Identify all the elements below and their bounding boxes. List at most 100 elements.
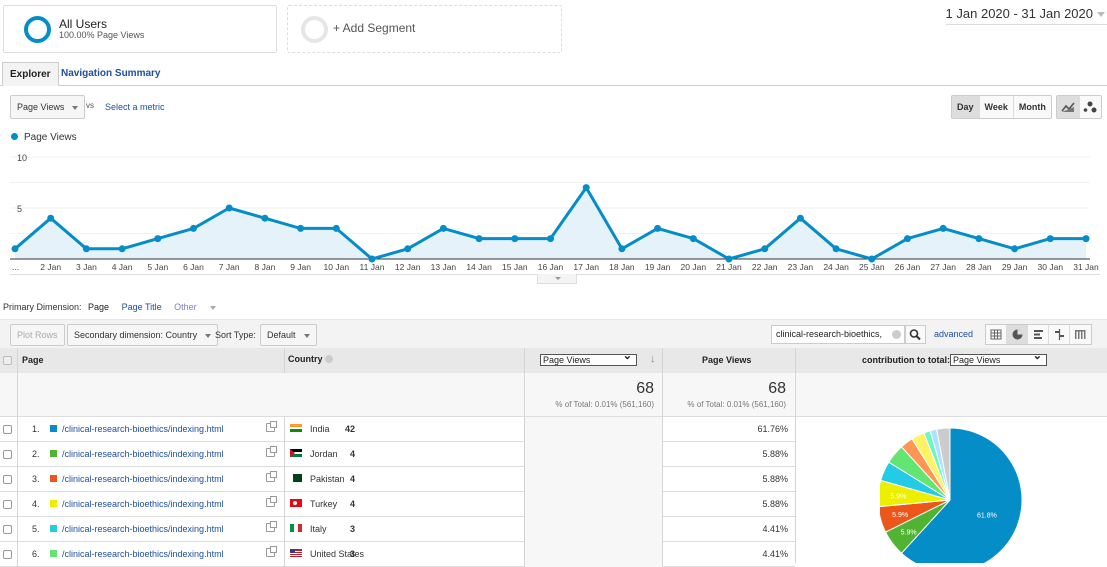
dimension-page[interactable]: Page [88, 302, 109, 312]
remove-dimension-icon[interactable] [325, 355, 334, 363]
secondary-dimension-select[interactable]: Secondary dimension: Country [67, 324, 219, 346]
page-views-percent: 4.41% [762, 524, 788, 534]
column-divider [284, 542, 285, 567]
open-external-icon[interactable] [266, 546, 277, 557]
page-link[interactable]: /clinical-research-bioethics/indexing.ht… [62, 424, 224, 434]
column-header-country[interactable]: Country [288, 354, 334, 364]
open-external-icon[interactable] [266, 421, 277, 432]
performance-view-icon[interactable] [1028, 325, 1049, 344]
pie-slice-label: 5.9% [892, 512, 908, 519]
country-flag-icon [290, 474, 302, 482]
row-checkbox[interactable] [3, 425, 12, 434]
x-tick-label: 31 Jan [1073, 262, 1099, 272]
contribution-metric-select[interactable]: Page Views [950, 351, 1047, 366]
data-point [547, 235, 554, 243]
metric-select-value: Page Views [17, 102, 65, 112]
table-row: 3. /clinical-research-bioethics/indexing.… [0, 467, 795, 492]
primary-metric-cell-bg [524, 442, 662, 467]
column-divider [17, 348, 18, 373]
segment-all-users[interactable]: All Users 100.00% Page Views [3, 5, 277, 53]
motion-chart-icon[interactable] [1080, 96, 1101, 118]
contribution-pie-chart: 61.8% 5.9% 5.9% 5.9% [880, 427, 1023, 563]
column-header-page-views[interactable]: Page Views [702, 355, 751, 365]
tab-navigation-summary[interactable]: Navigation Summary [54, 62, 167, 86]
column-divider [524, 348, 525, 373]
page-link[interactable]: /clinical-research-bioethics/indexing.ht… [62, 474, 224, 484]
x-tick-label: 7 Jan [219, 262, 240, 272]
column-divider [17, 517, 18, 542]
total-page-views-percent-2: % of Total: 0.01% (561,160) [687, 400, 786, 409]
data-point [1046, 235, 1054, 243]
data-point [582, 184, 590, 192]
search-icon [909, 329, 921, 341]
open-external-icon[interactable] [266, 521, 277, 532]
table-search-input[interactable]: clinical-research-bioethics, [771, 325, 905, 344]
data-point [190, 224, 197, 232]
series-color-swatch [50, 450, 57, 457]
metric-select[interactable]: Page Views [10, 95, 86, 119]
row-checkbox[interactable] [3, 525, 12, 534]
select-all-checkbox[interactable] [3, 356, 12, 365]
primary-metric-cell-bg [524, 467, 662, 492]
country-name: United States [310, 549, 365, 559]
metric-column-select[interactable]: Page Views [540, 351, 637, 366]
x-tick-label: 14 Jan [466, 262, 492, 272]
date-range-picker[interactable]: 1 Jan 2020 - 31 Jan 2020 [945, 6, 1107, 25]
x-tick-label: 27 Jan [930, 262, 956, 272]
table-view-icon[interactable] [986, 325, 1007, 344]
page-link[interactable]: /clinical-research-bioethics/indexing.ht… [62, 549, 224, 559]
page-link[interactable]: /clinical-research-bioethics/indexing.ht… [62, 449, 224, 459]
open-external-icon[interactable] [266, 496, 277, 507]
empty-segment-circle-icon [301, 16, 328, 43]
column-header-page[interactable]: Page [22, 355, 44, 365]
data-point [82, 245, 90, 253]
row-checkbox[interactable] [3, 475, 12, 484]
column-divider [17, 542, 18, 567]
chart-collapse-handle[interactable] [537, 274, 577, 284]
row-checkbox[interactable] [3, 450, 12, 459]
search-button[interactable] [905, 325, 926, 344]
pie-view-icon[interactable] [1007, 325, 1028, 344]
row-checkbox[interactable] [3, 550, 12, 559]
open-external-icon[interactable] [266, 446, 277, 457]
pivot-view-icon[interactable] [1070, 325, 1091, 344]
month-button[interactable]: Month [1014, 96, 1051, 118]
series-color-swatch [50, 525, 57, 532]
x-tick-label: 19 Jan [645, 262, 671, 272]
tab-explorer[interactable]: Explorer [2, 62, 59, 86]
day-button[interactable]: Day [952, 96, 980, 118]
page-link[interactable]: /clinical-research-bioethics/indexing.ht… [62, 499, 224, 509]
country-name: Pakistan [310, 474, 345, 484]
table-header: Page Country Page Views ↓ Page Views con… [0, 348, 1107, 373]
row-index: 2. [32, 449, 40, 459]
table-row: 2. /clinical-research-bioethics/indexing.… [0, 442, 795, 467]
sort-type-select[interactable]: Default [260, 324, 317, 346]
sort-descending-icon[interactable]: ↓ [650, 353, 656, 365]
table-row: 1. /clinical-research-bioethics/indexing.… [0, 417, 795, 442]
x-tick-label: 22 Jan [752, 262, 778, 272]
week-button[interactable]: Week [980, 96, 1014, 118]
line-chart-icon[interactable] [1057, 96, 1080, 118]
country-flag-icon [290, 549, 302, 557]
data-point [761, 245, 769, 253]
select-metric-link[interactable]: Select a metric [105, 102, 165, 112]
x-tick-label: 15 Jan [502, 262, 528, 272]
column-divider [662, 517, 663, 542]
clear-search-icon[interactable] [892, 330, 901, 339]
dimension-other[interactable]: Other [174, 302, 226, 312]
pie-slice-label: 61.8% [977, 512, 997, 519]
data-point [975, 235, 983, 243]
page-views-percent: 5.88% [762, 449, 788, 459]
country-name: India [310, 424, 330, 434]
data-point [225, 204, 233, 212]
plot-rows-button[interactable]: Plot Rows [10, 324, 65, 346]
dimension-page-title[interactable]: Page Title [122, 302, 162, 312]
advanced-filter-link[interactable]: advanced [934, 329, 973, 339]
row-checkbox[interactable] [3, 500, 12, 509]
add-segment-button[interactable]: + Add Segment [287, 5, 562, 53]
page-views-percent: 5.88% [762, 474, 788, 484]
page-link[interactable]: /clinical-research-bioethics/indexing.ht… [62, 524, 224, 534]
open-external-icon[interactable] [266, 471, 277, 482]
primary-dimension-label: Primary Dimension: [3, 302, 82, 312]
comparison-view-icon[interactable] [1049, 325, 1070, 344]
